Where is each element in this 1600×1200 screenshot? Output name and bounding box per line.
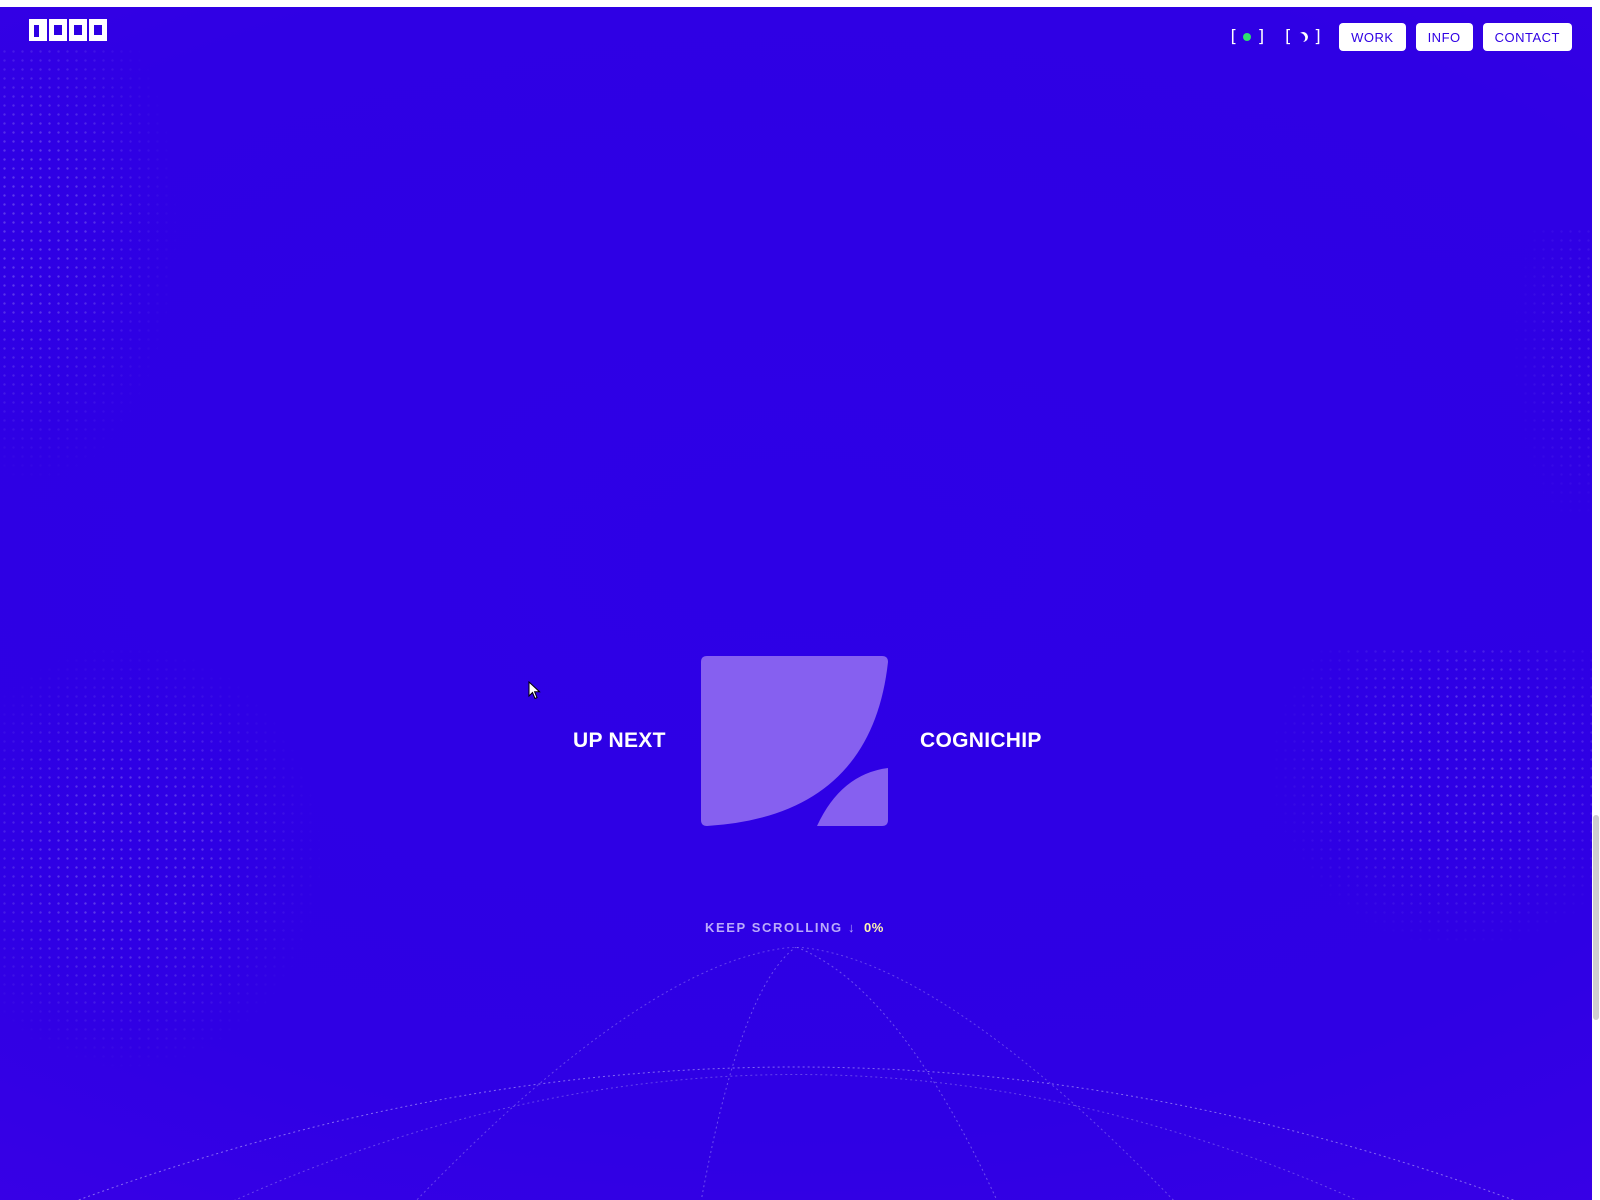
- status-toggle[interactable]: [ ]: [1228, 27, 1267, 47]
- bracket-close: ]: [1312, 27, 1324, 47]
- bracket-open: [: [1282, 27, 1293, 47]
- scroll-hint: KEEP SCROLLING ↓ 0%: [705, 920, 884, 935]
- logo-letter: [29, 19, 47, 41]
- dot-grid-pattern: [0, 47, 180, 487]
- logo-letter: [49, 19, 67, 41]
- moon-icon: [1296, 31, 1309, 44]
- status-dot-icon: [1243, 33, 1252, 41]
- page-background: [0, 7, 1592, 1200]
- up-next-label: UP NEXT: [573, 729, 666, 752]
- header-nav: [ ] [ ] WORK INFO CONTACT: [1228, 23, 1572, 51]
- bracket-open: [: [1228, 27, 1239, 47]
- scroll-progress: 0%: [864, 920, 884, 935]
- bracket-close: ]: [1256, 27, 1267, 47]
- scrollbar-thumb[interactable]: [1593, 815, 1599, 1020]
- logo-letter: [89, 19, 107, 41]
- work-button[interactable]: WORK: [1339, 23, 1406, 51]
- dot-grid-pattern: [1272, 647, 1592, 947]
- dot-grid-pattern: [1512, 227, 1592, 527]
- globe-wireframe: [77, 947, 1515, 1200]
- logo-letter: [69, 19, 87, 41]
- project-card-image[interactable]: [701, 656, 888, 826]
- next-project-title[interactable]: COGNICHIP: [920, 729, 1042, 753]
- theme-toggle[interactable]: [ ]: [1283, 27, 1324, 47]
- scroll-hint-label: KEEP SCROLLING ↓: [705, 920, 857, 935]
- contact-button[interactable]: CONTACT: [1482, 23, 1572, 51]
- info-button[interactable]: INFO: [1415, 23, 1473, 51]
- mouse-cursor-icon: [528, 681, 541, 700]
- good-logo[interactable]: [29, 19, 107, 41]
- scrollbar[interactable]: [1592, 7, 1600, 1200]
